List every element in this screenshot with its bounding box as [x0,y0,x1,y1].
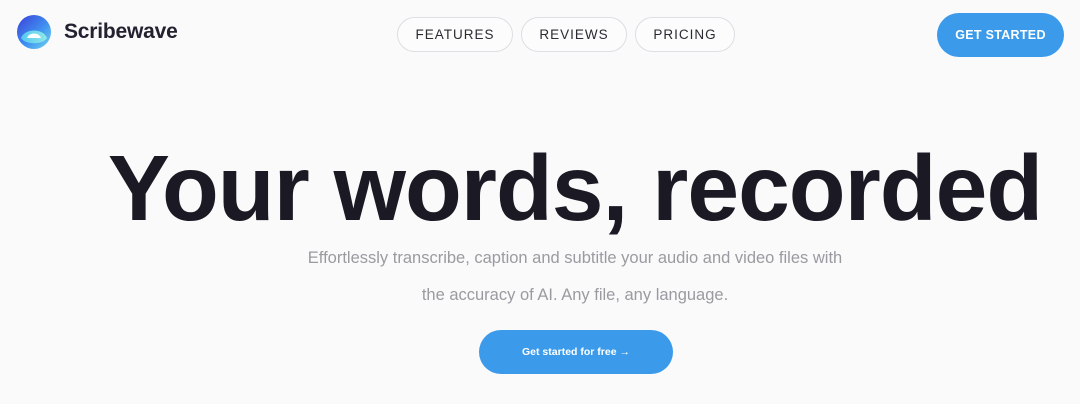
scribewave-logo-icon [17,15,51,49]
hero-title: Your words, recorded [107,136,1043,240]
nav-pricing-link[interactable]: PRICING [635,17,735,52]
nav-reviews-link[interactable]: REVIEWS [521,17,627,52]
hero-subtitle-line-2: the accuracy of AI. Any file, any langua… [421,286,729,304]
hero-subtitle-line-1: Effortlessly transcribe, caption and sub… [307,249,843,267]
brand-name: Scribewave [64,20,178,43]
nav-features-link[interactable]: FEATURES [397,17,513,52]
main-nav: FEATURES REVIEWS PRICING [397,17,735,52]
landing-page: Scribewave FEATURES REVIEWS PRICING GET … [0,0,1080,404]
get-started-button[interactable]: GET STARTED [937,13,1064,57]
brand-logo-link[interactable]: Scribewave [16,14,178,50]
get-started-free-button[interactable]: Get started for free → [479,330,673,374]
